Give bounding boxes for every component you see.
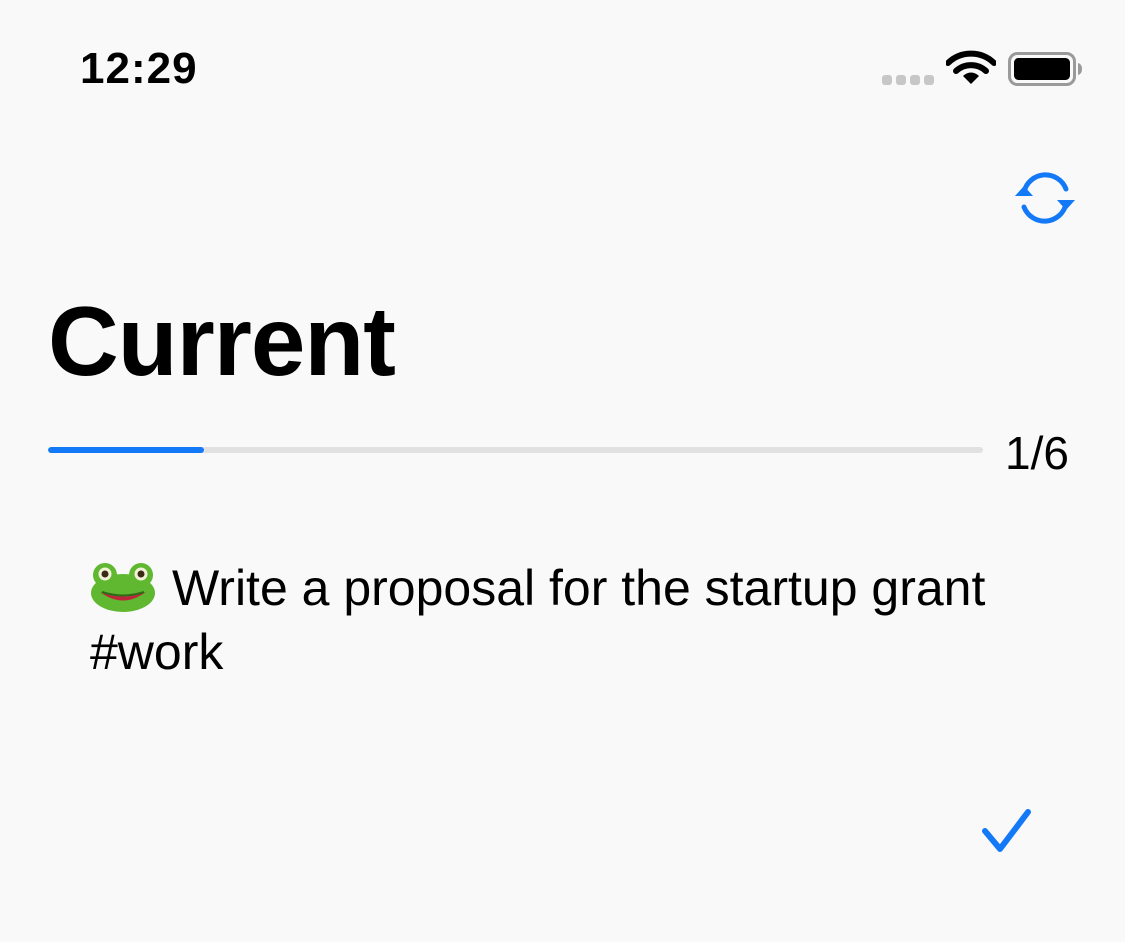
wifi-icon xyxy=(946,50,996,84)
progress-fill xyxy=(48,447,204,453)
checkmark-icon xyxy=(982,809,1031,852)
progress-count: 1/6 xyxy=(1005,427,1069,479)
cellular-signal-icon xyxy=(882,75,934,85)
page-title: Current xyxy=(48,286,396,396)
frog-icon xyxy=(91,563,155,612)
current-task-screen: 12:29 Current 1/6 Write a proposal for t… xyxy=(0,0,1125,942)
status-time: 12:29 xyxy=(80,44,198,93)
refresh-icon xyxy=(1015,172,1075,224)
progress-bar xyxy=(48,447,983,453)
task-item[interactable]: Write a proposal for the startup grant #… xyxy=(90,556,1050,684)
task-tag: #work xyxy=(90,624,224,680)
battery-icon xyxy=(1008,52,1082,86)
complete-button[interactable] xyxy=(978,802,1036,860)
task-title: Write a proposal for the startup grant xyxy=(172,560,986,616)
refresh-button[interactable] xyxy=(1010,166,1080,230)
